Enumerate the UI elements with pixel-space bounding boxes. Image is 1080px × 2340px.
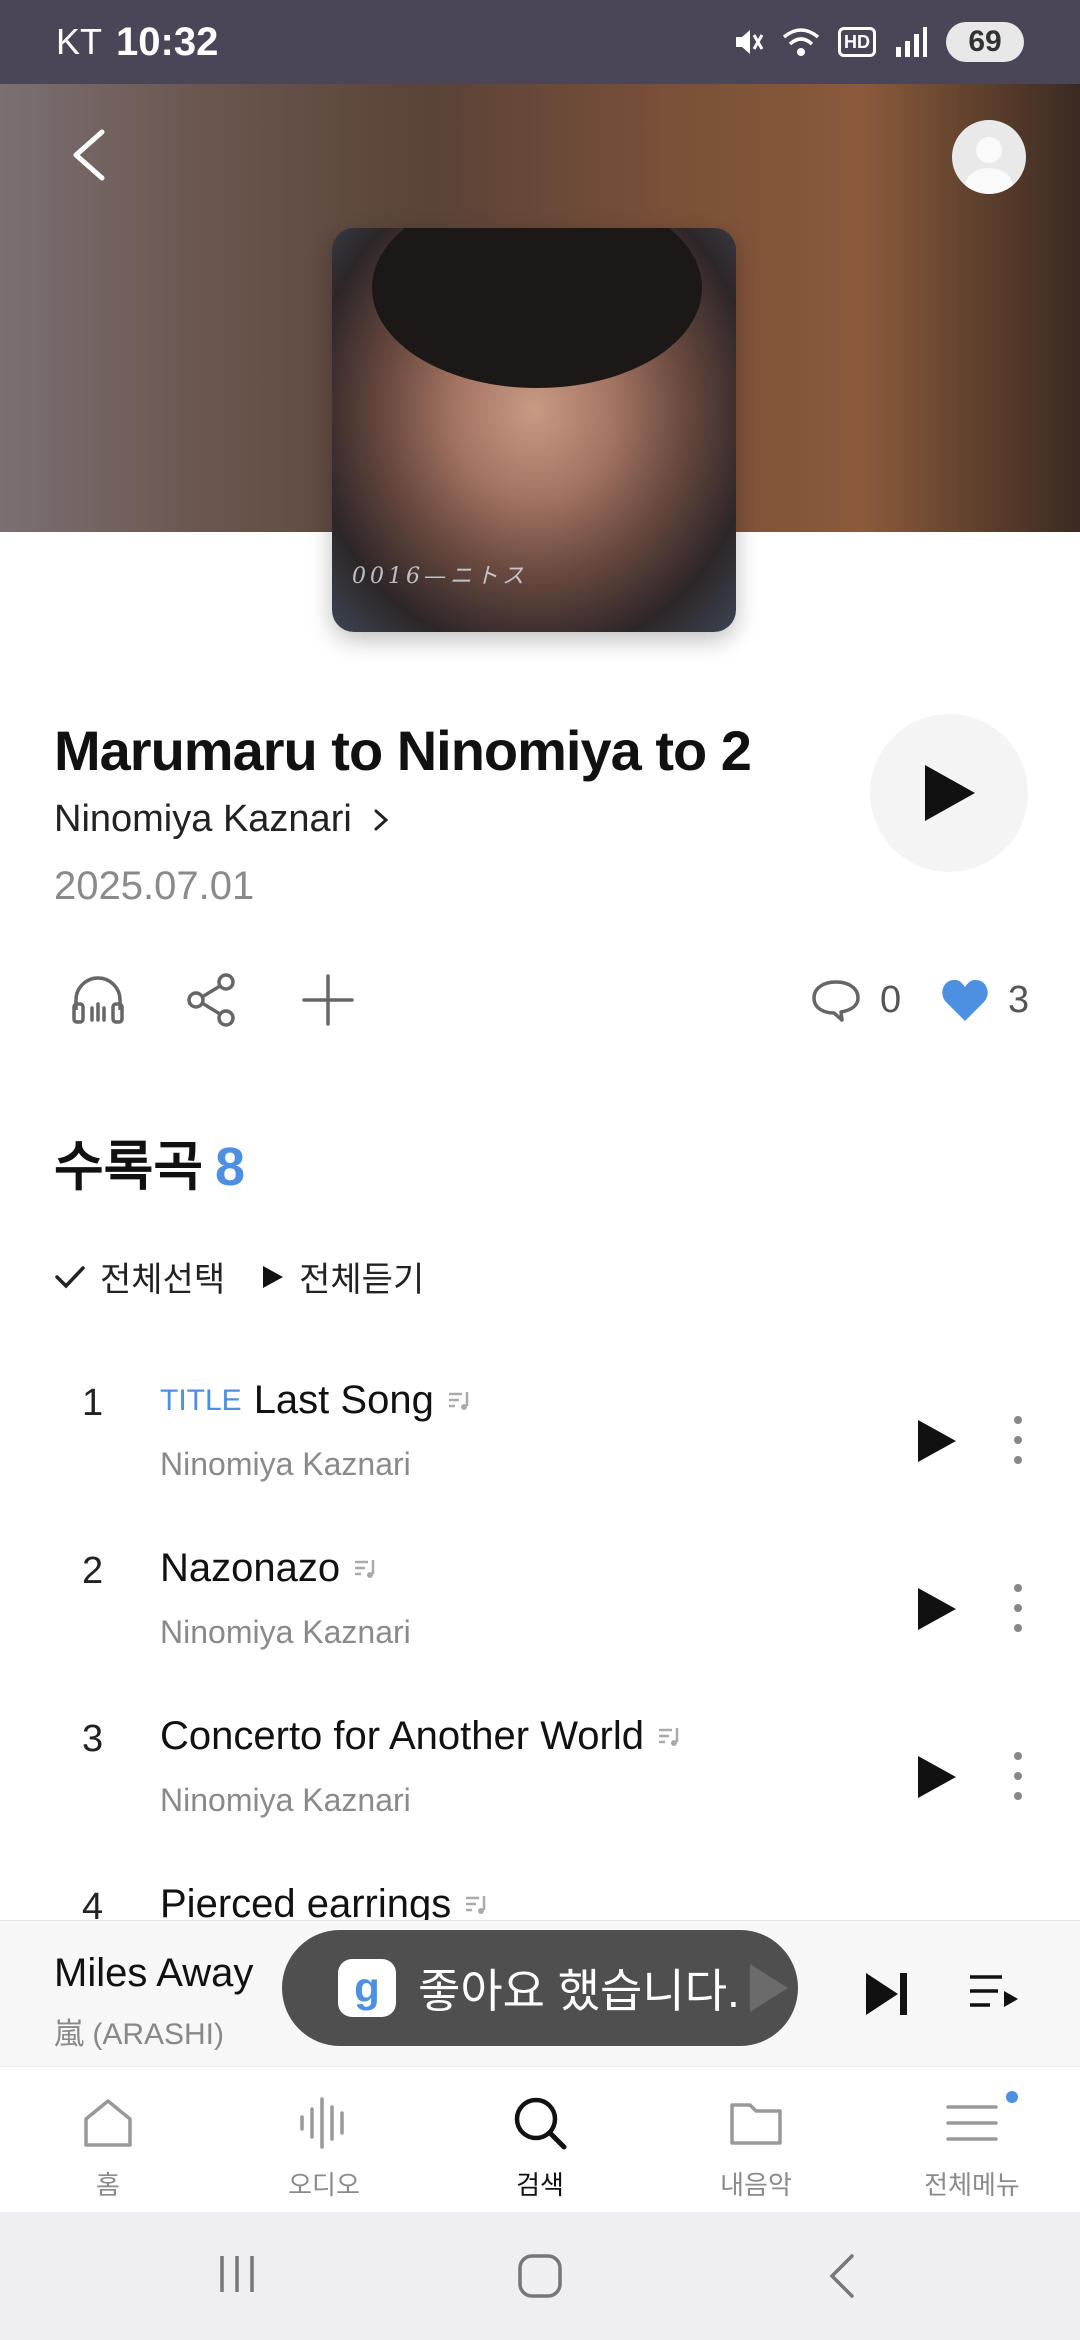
toast-message: 좋아요 했습니다. — [418, 1965, 740, 2017]
next-track-icon[interactable] — [862, 1969, 910, 2019]
track-play-icon[interactable] — [912, 1584, 960, 1634]
search-icon — [514, 2097, 567, 2150]
hd-icon: HD — [838, 27, 876, 57]
like-toast: g 좋아요 했습니다. — [282, 1930, 798, 2046]
nav-full-menu[interactable]: 전체메뉴 — [864, 2067, 1080, 2212]
recent-apps-icon[interactable] — [212, 2252, 262, 2296]
tracks-count: 8 — [215, 1137, 246, 1197]
system-navigation-bar — [0, 2212, 1080, 2340]
lyrics-icon[interactable] — [463, 1892, 489, 1918]
status-icons: HD 69 — [730, 22, 1024, 62]
lyrics-icon[interactable] — [446, 1388, 472, 1414]
bottom-nav: 홈 오디오 검색 내음악 전체메뉴 — [0, 2066, 1080, 2212]
comment-icon — [812, 980, 860, 1022]
clock: 10:32 — [116, 19, 219, 64]
track-number: 1 — [82, 1382, 104, 1424]
mute-icon — [736, 30, 764, 54]
more-options-icon[interactable] — [1004, 1746, 1032, 1806]
track-number: 4 — [82, 1886, 104, 1920]
track-play-icon[interactable] — [912, 1752, 960, 1802]
select-all-label: 전체선택 — [100, 1261, 226, 1299]
signal-icon — [896, 27, 927, 57]
track-artist: Ninomiya Kaznari — [160, 1446, 411, 1482]
nav-audio-label: 오디오 — [288, 2170, 360, 2200]
title-badge: TITLE — [160, 1383, 242, 1417]
nav-home[interactable]: 홈 — [0, 2067, 216, 2212]
artist-link[interactable]: Ninomiya Kaznari — [54, 798, 392, 841]
app-logo-icon: g — [338, 1959, 396, 2017]
battery-indicator: 69 — [946, 22, 1024, 62]
nav-full-menu-label: 전체메뉴 — [924, 2170, 1020, 2200]
like-count: 3 — [1008, 978, 1030, 1021]
track-title: Concerto for Another World — [160, 1714, 644, 1758]
share-icon[interactable] — [182, 970, 242, 1030]
user-icon — [965, 137, 1013, 194]
track-artist: Ninomiya Kaznari — [160, 1614, 411, 1650]
status-bar: KT 10:32 HD 69 — [0, 0, 1080, 84]
home-icon — [84, 2099, 132, 2147]
nav-my-music-label: 내음악 — [720, 2170, 792, 2200]
select-all-button[interactable]: 전체선택 — [54, 1252, 225, 1301]
home-button-icon[interactable] — [514, 2252, 566, 2300]
album-action-row: 0 3 — [0, 962, 1080, 1038]
track-title: Last Song — [253, 1378, 434, 1422]
nav-search-label: 검색 — [516, 2170, 564, 2200]
tracks-heading: 수록곡 8 — [54, 1122, 245, 1201]
artist-name: Ninomiya Kaznari — [54, 798, 352, 840]
more-options-icon[interactable] — [1004, 1410, 1032, 1470]
heart-filled-icon — [942, 979, 988, 1021]
tracks-heading-label: 수록곡 — [54, 1137, 204, 1197]
menu-icon — [946, 2105, 998, 2141]
nav-audio[interactable]: 오디오 — [216, 2067, 432, 2212]
track-row[interactable]: 4 Pierced earrings — [0, 1872, 1080, 1920]
nav-my-music[interactable]: 내음악 — [648, 2067, 864, 2212]
play-all-button[interactable]: 전체듣기 — [261, 1252, 424, 1301]
comment-count: 0 — [880, 978, 902, 1021]
release-date: 2025.07.01 — [54, 864, 255, 908]
nav-search[interactable]: 검색 — [432, 2067, 648, 2212]
system-back-icon[interactable] — [822, 2252, 866, 2300]
back-arrow-icon[interactable] — [60, 120, 120, 190]
now-playing-artist: 嵐 (ARASHI) — [54, 2018, 225, 2051]
profile-avatar[interactable] — [952, 120, 1026, 194]
notification-dot — [1006, 2091, 1018, 2103]
track-title: Pierced earrings — [160, 1882, 452, 1920]
lyrics-icon[interactable] — [352, 1556, 378, 1582]
headphones-icon[interactable] — [68, 970, 128, 1030]
wifi-icon — [782, 28, 820, 56]
now-playing-title: Miles Away — [54, 1951, 254, 1995]
audio-wave-icon — [300, 2097, 344, 2149]
play-album-button[interactable] — [870, 714, 1028, 872]
track-row[interactable]: 2 Nazonazo Ninomiya Kaznari — [0, 1536, 1080, 1704]
album-cover: 0016—ニトス — [332, 228, 736, 632]
carrier-label: KT — [56, 21, 103, 62]
album-title: Marumaru to Ninomiya to 2 — [54, 719, 752, 782]
folder-icon — [730, 2103, 782, 2145]
more-options-icon[interactable] — [1004, 1578, 1032, 1638]
play-all-label: 전체듣기 — [299, 1261, 425, 1299]
like-button[interactable]: 3 — [940, 962, 1029, 1038]
track-row[interactable]: 3 Concerto for Another World Ninomiya Ka… — [0, 1704, 1080, 1872]
playlist-queue-icon[interactable] — [968, 1969, 1020, 2015]
track-number: 3 — [82, 1718, 104, 1760]
track-row[interactable]: 1 TITLE Last Song Ninomiya Kaznari — [0, 1368, 1080, 1536]
lyrics-icon[interactable] — [656, 1724, 682, 1750]
comment-button[interactable]: 0 — [810, 962, 901, 1038]
track-play-icon[interactable] — [912, 1416, 960, 1466]
track-select-row: 전체선택 전체듣기 — [54, 1252, 424, 1301]
chevron-right-icon — [374, 809, 389, 830]
play-small-icon — [263, 1265, 284, 1288]
nav-home-label: 홈 — [96, 2170, 120, 2200]
add-icon[interactable] — [298, 970, 358, 1030]
play-icon — [925, 765, 975, 821]
track-artist: Ninomiya Kaznari — [160, 1782, 411, 1818]
check-icon — [55, 1265, 85, 1289]
track-title: Nazonazo — [160, 1546, 341, 1590]
track-number: 2 — [82, 1550, 104, 1592]
album-cover-signature: 0016—ニトス — [352, 564, 528, 589]
